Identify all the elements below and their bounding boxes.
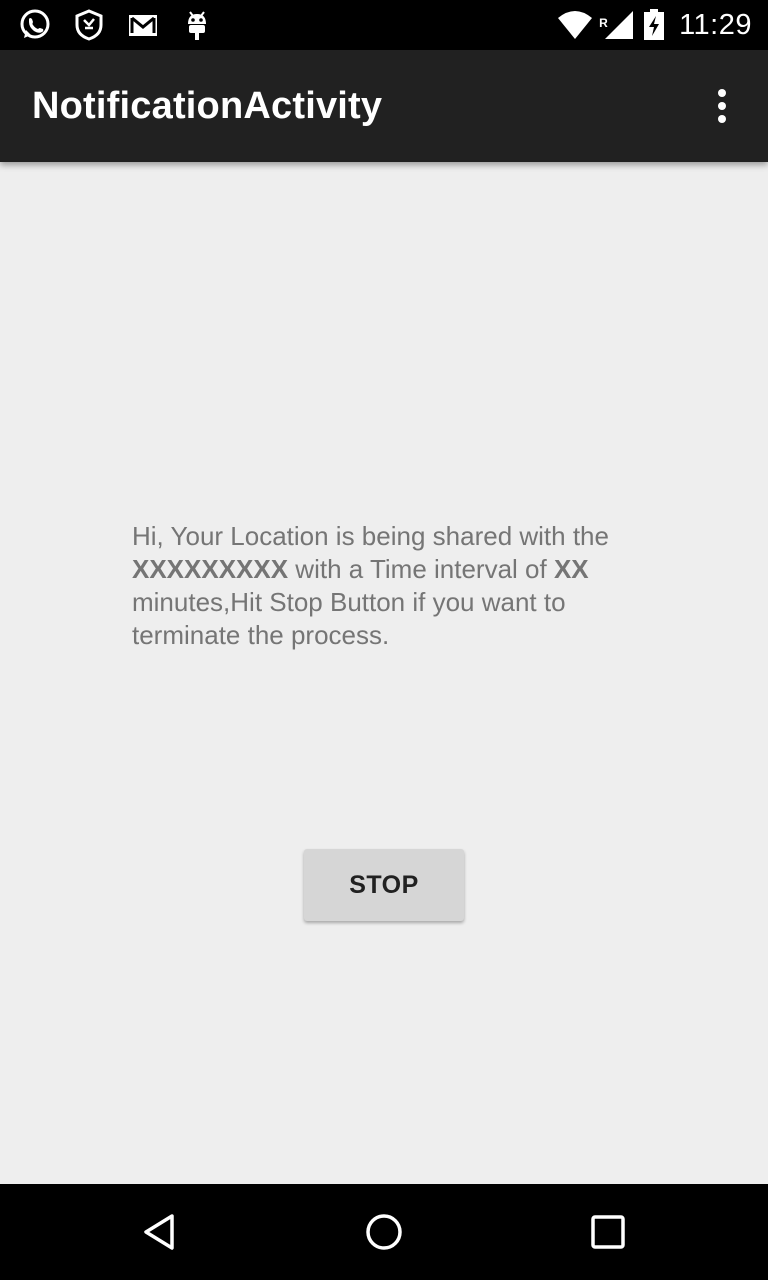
back-icon [144,1214,174,1250]
overflow-menu-icon [718,89,726,123]
shield-icon [75,9,103,41]
clock: 11:29 [679,8,752,41]
message-text-part3: minutes,Hit Stop Button if you want to t… [132,587,566,650]
battery-charging-icon [644,9,665,40]
location-sharing-message: Hi, Your Location is being shared with t… [132,520,652,652]
interval-placeholder: XX [553,554,589,584]
message-text-part1: Hi, Your Location is being shared with t… [132,521,609,551]
status-bar: R 11:29 [0,0,768,50]
android-debug-icon [188,11,206,40]
recipient-placeholder: XXXXXXXXX [132,554,289,584]
overflow-menu-button[interactable] [698,82,746,130]
whatsapp-icon [20,9,50,39]
back-button[interactable] [136,1208,184,1256]
navigation-bar [0,1184,768,1280]
wifi-icon [558,11,593,39]
recents-button[interactable] [584,1208,632,1256]
app-bar: NotificationActivity [0,50,768,162]
signal-indicator: R [599,10,635,40]
stop-button[interactable]: STOP [304,849,464,921]
gmail-icon [129,15,157,36]
home-button[interactable] [360,1208,408,1256]
screen: R 11:29 NotificationActivity Hi, Your Lo… [0,0,768,1280]
app-title: NotificationActivity [32,85,383,127]
notification-icons [18,8,214,42]
system-status-icons: R 11:29 [557,0,752,50]
message-text-part2: with a Time interval of [288,554,554,584]
roaming-indicator: R [599,16,608,30]
home-icon [366,1214,402,1250]
recents-icon [591,1215,625,1249]
